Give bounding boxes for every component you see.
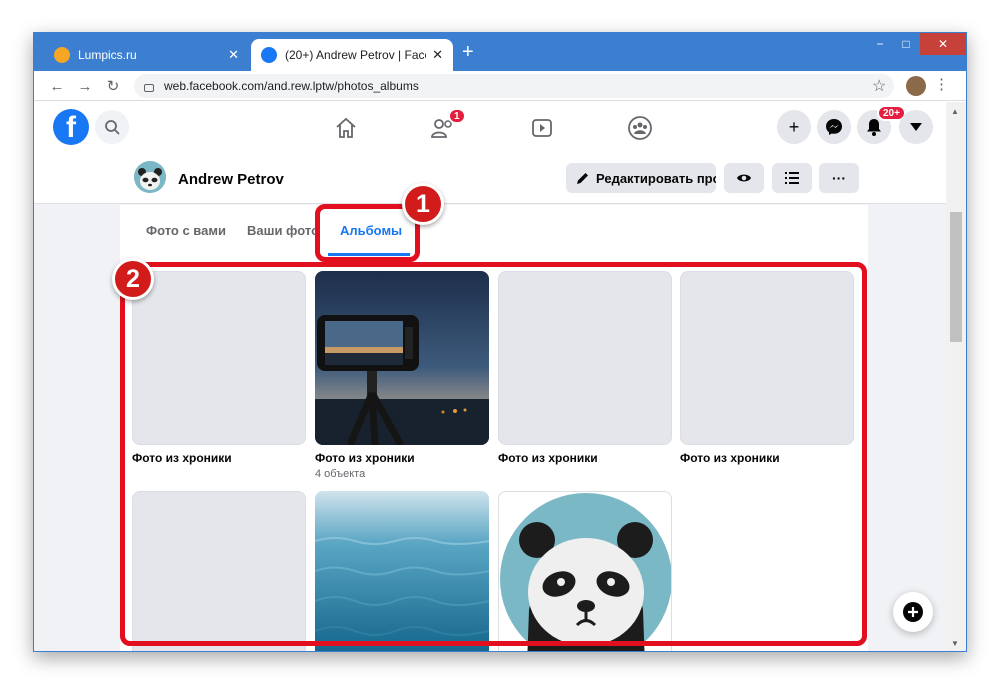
scrollbar-thumb[interactable] (950, 212, 962, 342)
tab-title: (20+) Andrew Petrov | Facebook (285, 48, 426, 62)
profile-header-bar: Andrew Petrov Редактировать про... ··· (34, 154, 948, 204)
orange-favicon-icon (54, 47, 70, 63)
pencil-icon (577, 173, 588, 184)
reload-icon[interactable]: ↻ (102, 75, 124, 97)
lock-icon (144, 84, 154, 92)
step-marker-1: 1 (402, 183, 444, 225)
maximize-button[interactable]: □ (894, 33, 918, 55)
edit-profile-label: Редактировать про... (596, 170, 716, 186)
tab-your-photos[interactable]: Ваши фото (247, 223, 319, 238)
close-window-button[interactable]: ✕ (920, 33, 966, 55)
list-icon (785, 172, 799, 184)
scroll-down-arrow-icon[interactable]: ▼ (951, 639, 959, 648)
address-bar[interactable]: web.facebook.com/and.rew.lptw/photos_alb… (134, 74, 894, 98)
browser-titlebar: Lumpics.ru ✕ (20+) Andrew Petrov | Faceb… (34, 33, 966, 71)
groups-icon[interactable] (624, 112, 656, 144)
home-icon[interactable] (330, 112, 362, 144)
browser-profile-avatar[interactable] (906, 76, 926, 96)
bookmark-star-icon[interactable]: ☆ (872, 76, 886, 96)
watch-icon[interactable] (526, 112, 558, 144)
minimize-button[interactable]: − (866, 33, 894, 55)
tab-photos-of-you[interactable]: Фото с вами (146, 223, 226, 238)
scroll-up-arrow-icon[interactable]: ▲ (951, 107, 959, 116)
browser-toolbar: ← → ↻ web.facebook.com/and.rew.lptw/phot… (34, 71, 966, 101)
new-tab-button[interactable]: + (462, 42, 474, 62)
close-tab-icon[interactable]: ✕ (228, 47, 239, 63)
activity-log-button[interactable] (772, 163, 812, 193)
compose-plus-icon (903, 602, 923, 622)
highlight-box-2 (120, 262, 867, 646)
create-plus-icon[interactable]: + (777, 110, 811, 144)
facebook-favicon-icon (261, 47, 277, 63)
facebook-logo[interactable]: f (53, 109, 89, 145)
new-message-button[interactable] (893, 592, 933, 632)
messenger-icon[interactable] (817, 110, 851, 144)
page-scrollbar[interactable]: ▲ ▼ (946, 102, 966, 651)
edit-profile-button[interactable]: Редактировать про... (566, 163, 716, 193)
url-text: web.facebook.com/and.rew.lptw/photos_alb… (164, 79, 419, 93)
tab-title: Lumpics.ru (78, 48, 137, 62)
forward-arrow-icon[interactable]: → (74, 75, 96, 97)
facebook-navbar: f 1 + 20+ (34, 102, 948, 154)
search-icon[interactable] (95, 110, 129, 144)
tab-facebook[interactable]: (20+) Andrew Petrov | Facebook ✕ (251, 39, 453, 71)
more-options-button[interactable]: ··· (819, 163, 859, 193)
friends-badge: 1 (448, 108, 466, 124)
eye-icon (737, 174, 751, 182)
profile-avatar[interactable] (134, 161, 166, 193)
close-tab-icon[interactable]: ✕ (432, 47, 443, 63)
view-as-button[interactable] (724, 163, 764, 193)
browser-menu-icon[interactable]: ⋮ (934, 75, 949, 93)
account-menu-caret-icon[interactable] (899, 110, 933, 144)
tab-lumpics[interactable]: Lumpics.ru ✕ (44, 39, 249, 71)
profile-name[interactable]: Andrew Petrov (178, 171, 284, 188)
step-marker-2: 2 (112, 258, 154, 300)
back-arrow-icon[interactable]: ← (46, 75, 68, 97)
